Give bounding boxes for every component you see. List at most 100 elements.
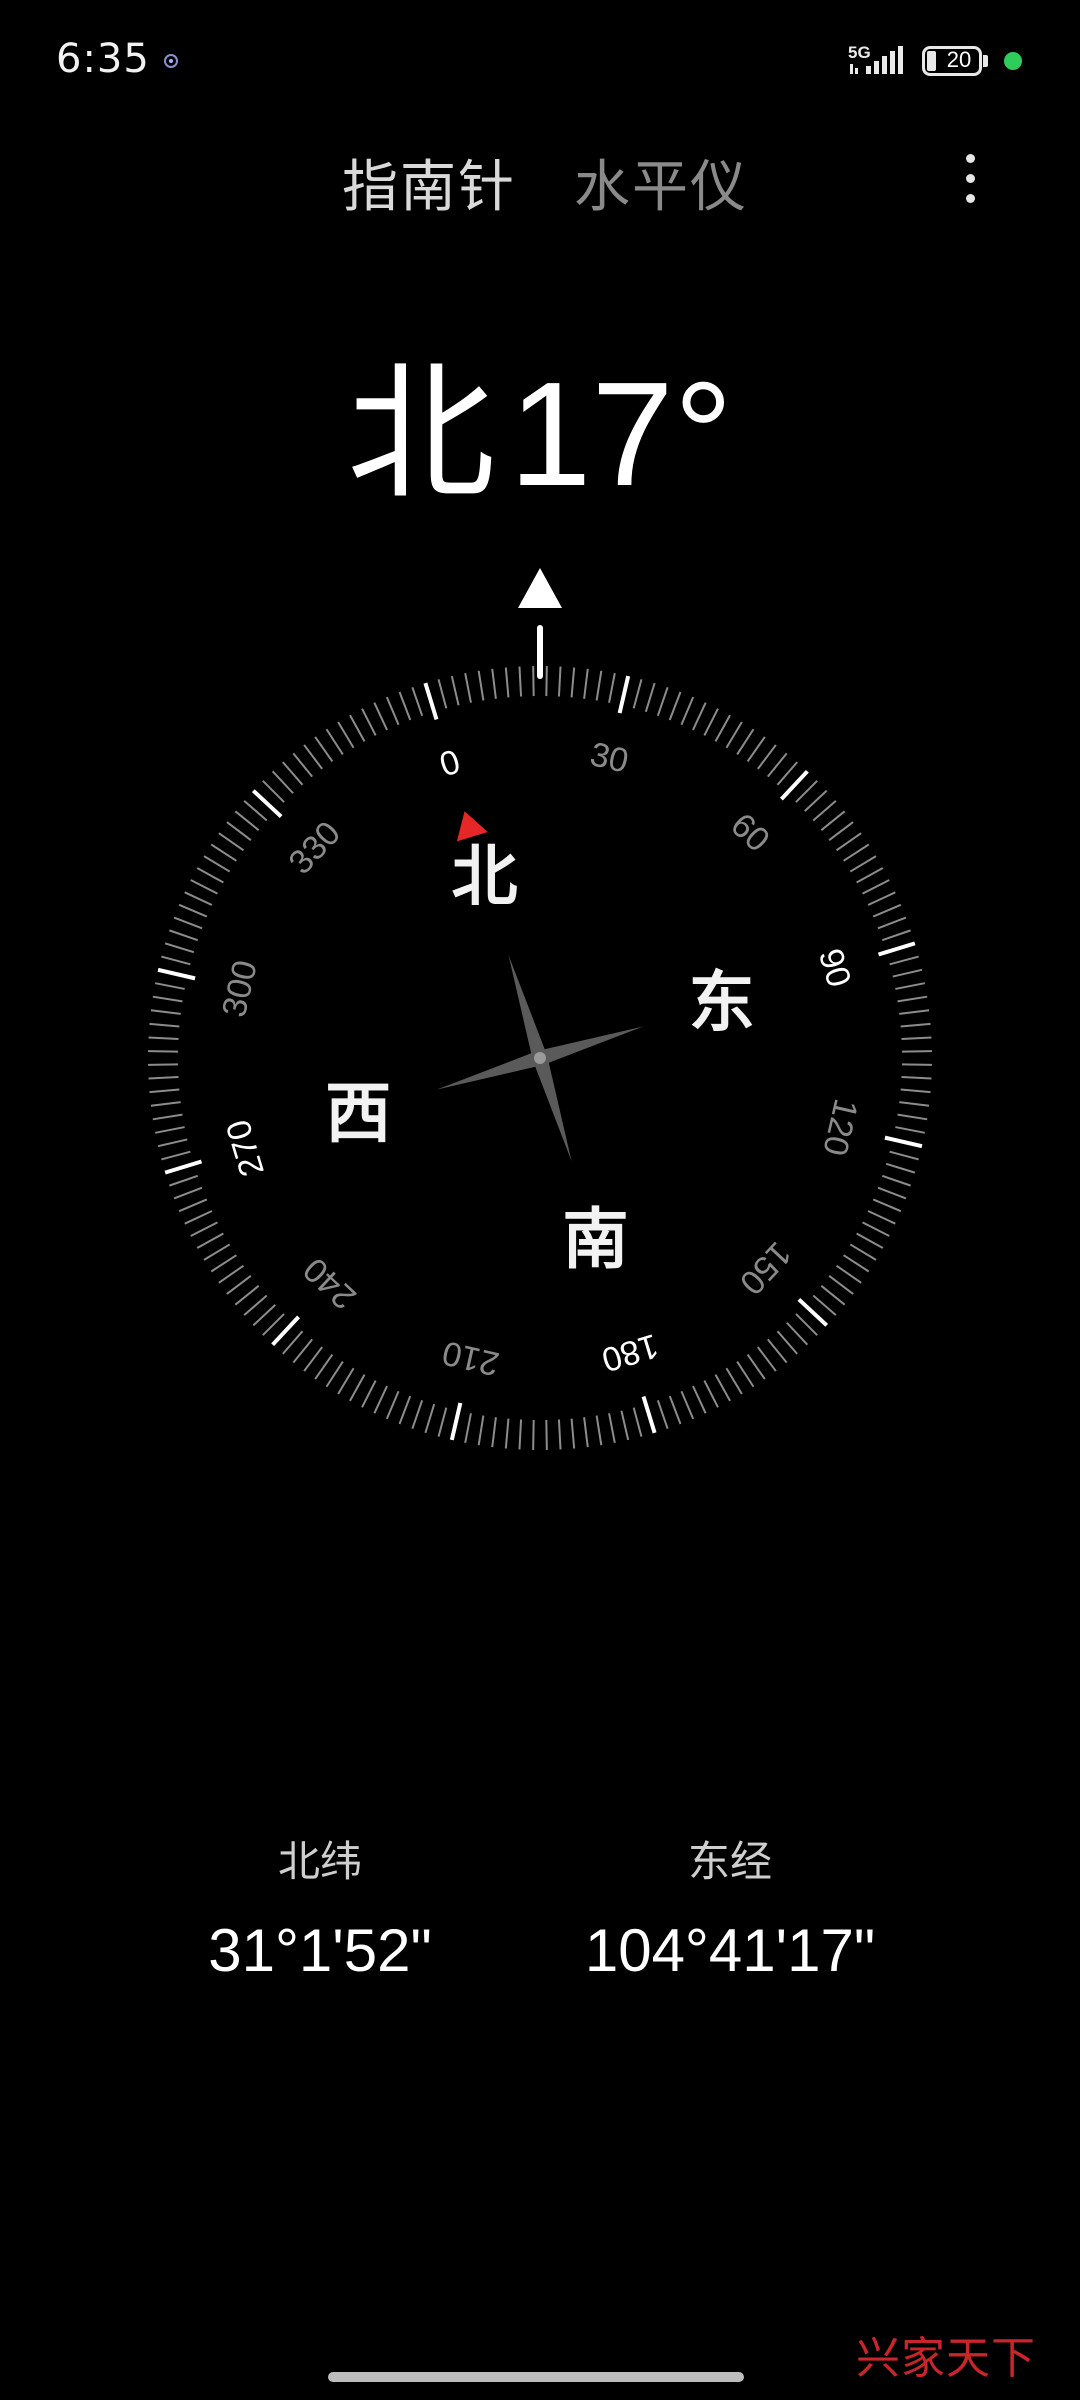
minor-tick (161, 1150, 191, 1161)
minor-tick (545, 1419, 548, 1450)
minor-tick (895, 1126, 925, 1134)
minor-tick (532, 1419, 535, 1450)
cardinal-label: 北 (451, 838, 517, 915)
minor-tick (680, 696, 695, 726)
minor-tick (900, 1022, 931, 1028)
minor-tick (203, 855, 231, 873)
minor-tick (424, 1403, 436, 1434)
minor-tick (725, 1367, 743, 1395)
minor-tick (234, 810, 260, 831)
minor-tick (881, 1174, 911, 1187)
degree-label: 270 (219, 1115, 272, 1180)
minor-tick (477, 1415, 485, 1446)
minor-tick (504, 1418, 510, 1449)
minor-tick (757, 1346, 777, 1372)
degree-label: 180 (597, 1326, 662, 1379)
minor-tick (804, 789, 828, 812)
minor-tick (243, 1294, 268, 1316)
minor-tick (411, 687, 424, 717)
minor-tick (795, 1313, 818, 1336)
minor-tick (203, 1243, 231, 1261)
major-tick (449, 1402, 463, 1441)
minor-tick (464, 1413, 472, 1443)
major-tick (157, 967, 196, 981)
minor-tick (226, 1275, 252, 1295)
minor-tick (169, 929, 199, 942)
minor-tick (620, 1410, 630, 1441)
minor-tick (885, 1162, 916, 1174)
minor-tick (746, 736, 766, 763)
degree-label: 150 (732, 1234, 798, 1301)
minor-tick (173, 1186, 203, 1200)
minor-tick (152, 1113, 183, 1121)
minor-tick (184, 1210, 213, 1225)
minor-tick (899, 1101, 930, 1107)
minor-tick (867, 1210, 896, 1225)
minor-tick (877, 1186, 907, 1200)
cardinal-label: 东 (689, 964, 755, 1041)
minor-tick (218, 832, 245, 852)
minor-tick (692, 1385, 707, 1414)
minor-tick (190, 1221, 218, 1237)
minor-tick (714, 714, 731, 742)
major-tick (877, 941, 916, 957)
minor-tick (703, 708, 719, 736)
major-tick (164, 1159, 203, 1175)
minor-tick (680, 1390, 695, 1420)
degree-label: 300 (215, 957, 265, 1021)
minor-tick (776, 761, 798, 786)
minor-tick (157, 1138, 188, 1148)
minor-tick (349, 714, 366, 742)
minor-tick (668, 691, 682, 721)
minor-tick (570, 1418, 576, 1449)
minor-tick (184, 891, 213, 906)
minor-tick (314, 1353, 334, 1380)
minor-tick (545, 666, 548, 697)
minor-tick (349, 1374, 366, 1402)
minor-tick (169, 1174, 199, 1187)
latitude-value: 31°1'52" (208, 1917, 432, 1984)
minor-tick (583, 1417, 589, 1448)
minor-tick (411, 1399, 424, 1429)
minor-tick (398, 691, 412, 721)
minor-tick (148, 1063, 179, 1066)
minor-tick (901, 1063, 932, 1066)
minor-tick (262, 1313, 285, 1336)
heading-pointer-icon (518, 568, 562, 608)
compass-center-cross (436, 954, 644, 1162)
minor-tick (325, 728, 344, 755)
minor-tick (897, 1113, 928, 1121)
minor-tick (820, 810, 846, 831)
minor-tick (714, 1374, 731, 1402)
minor-tick (889, 955, 919, 966)
minor-tick (149, 1022, 180, 1028)
minor-tick (795, 780, 818, 803)
minor-tick (746, 1353, 766, 1380)
minor-tick (150, 1009, 181, 1015)
minor-tick (155, 982, 185, 990)
minor-tick (828, 821, 854, 841)
degree-label: 0 (435, 743, 464, 785)
minor-tick (703, 1380, 719, 1408)
minor-tick (881, 929, 911, 942)
minor-tick (196, 1232, 224, 1249)
minor-tick (897, 995, 928, 1003)
minor-tick (437, 679, 448, 709)
minor-tick (190, 879, 218, 895)
minor-tick (210, 843, 237, 862)
minor-tick (361, 1380, 377, 1408)
minor-tick (820, 1285, 846, 1306)
minor-tick (656, 1399, 669, 1429)
minor-tick (337, 1367, 355, 1395)
minor-tick (385, 696, 400, 726)
degree-label: 60 (723, 806, 777, 860)
minor-tick (292, 1338, 313, 1364)
minor-tick (337, 721, 355, 749)
major-tick (423, 682, 439, 721)
home-indicator[interactable] (328, 2372, 744, 2382)
minor-tick (437, 1407, 448, 1437)
center-dot (534, 1052, 546, 1064)
degree-label: 240 (296, 1250, 363, 1316)
minor-tick (152, 995, 183, 1003)
minor-tick (314, 736, 334, 763)
